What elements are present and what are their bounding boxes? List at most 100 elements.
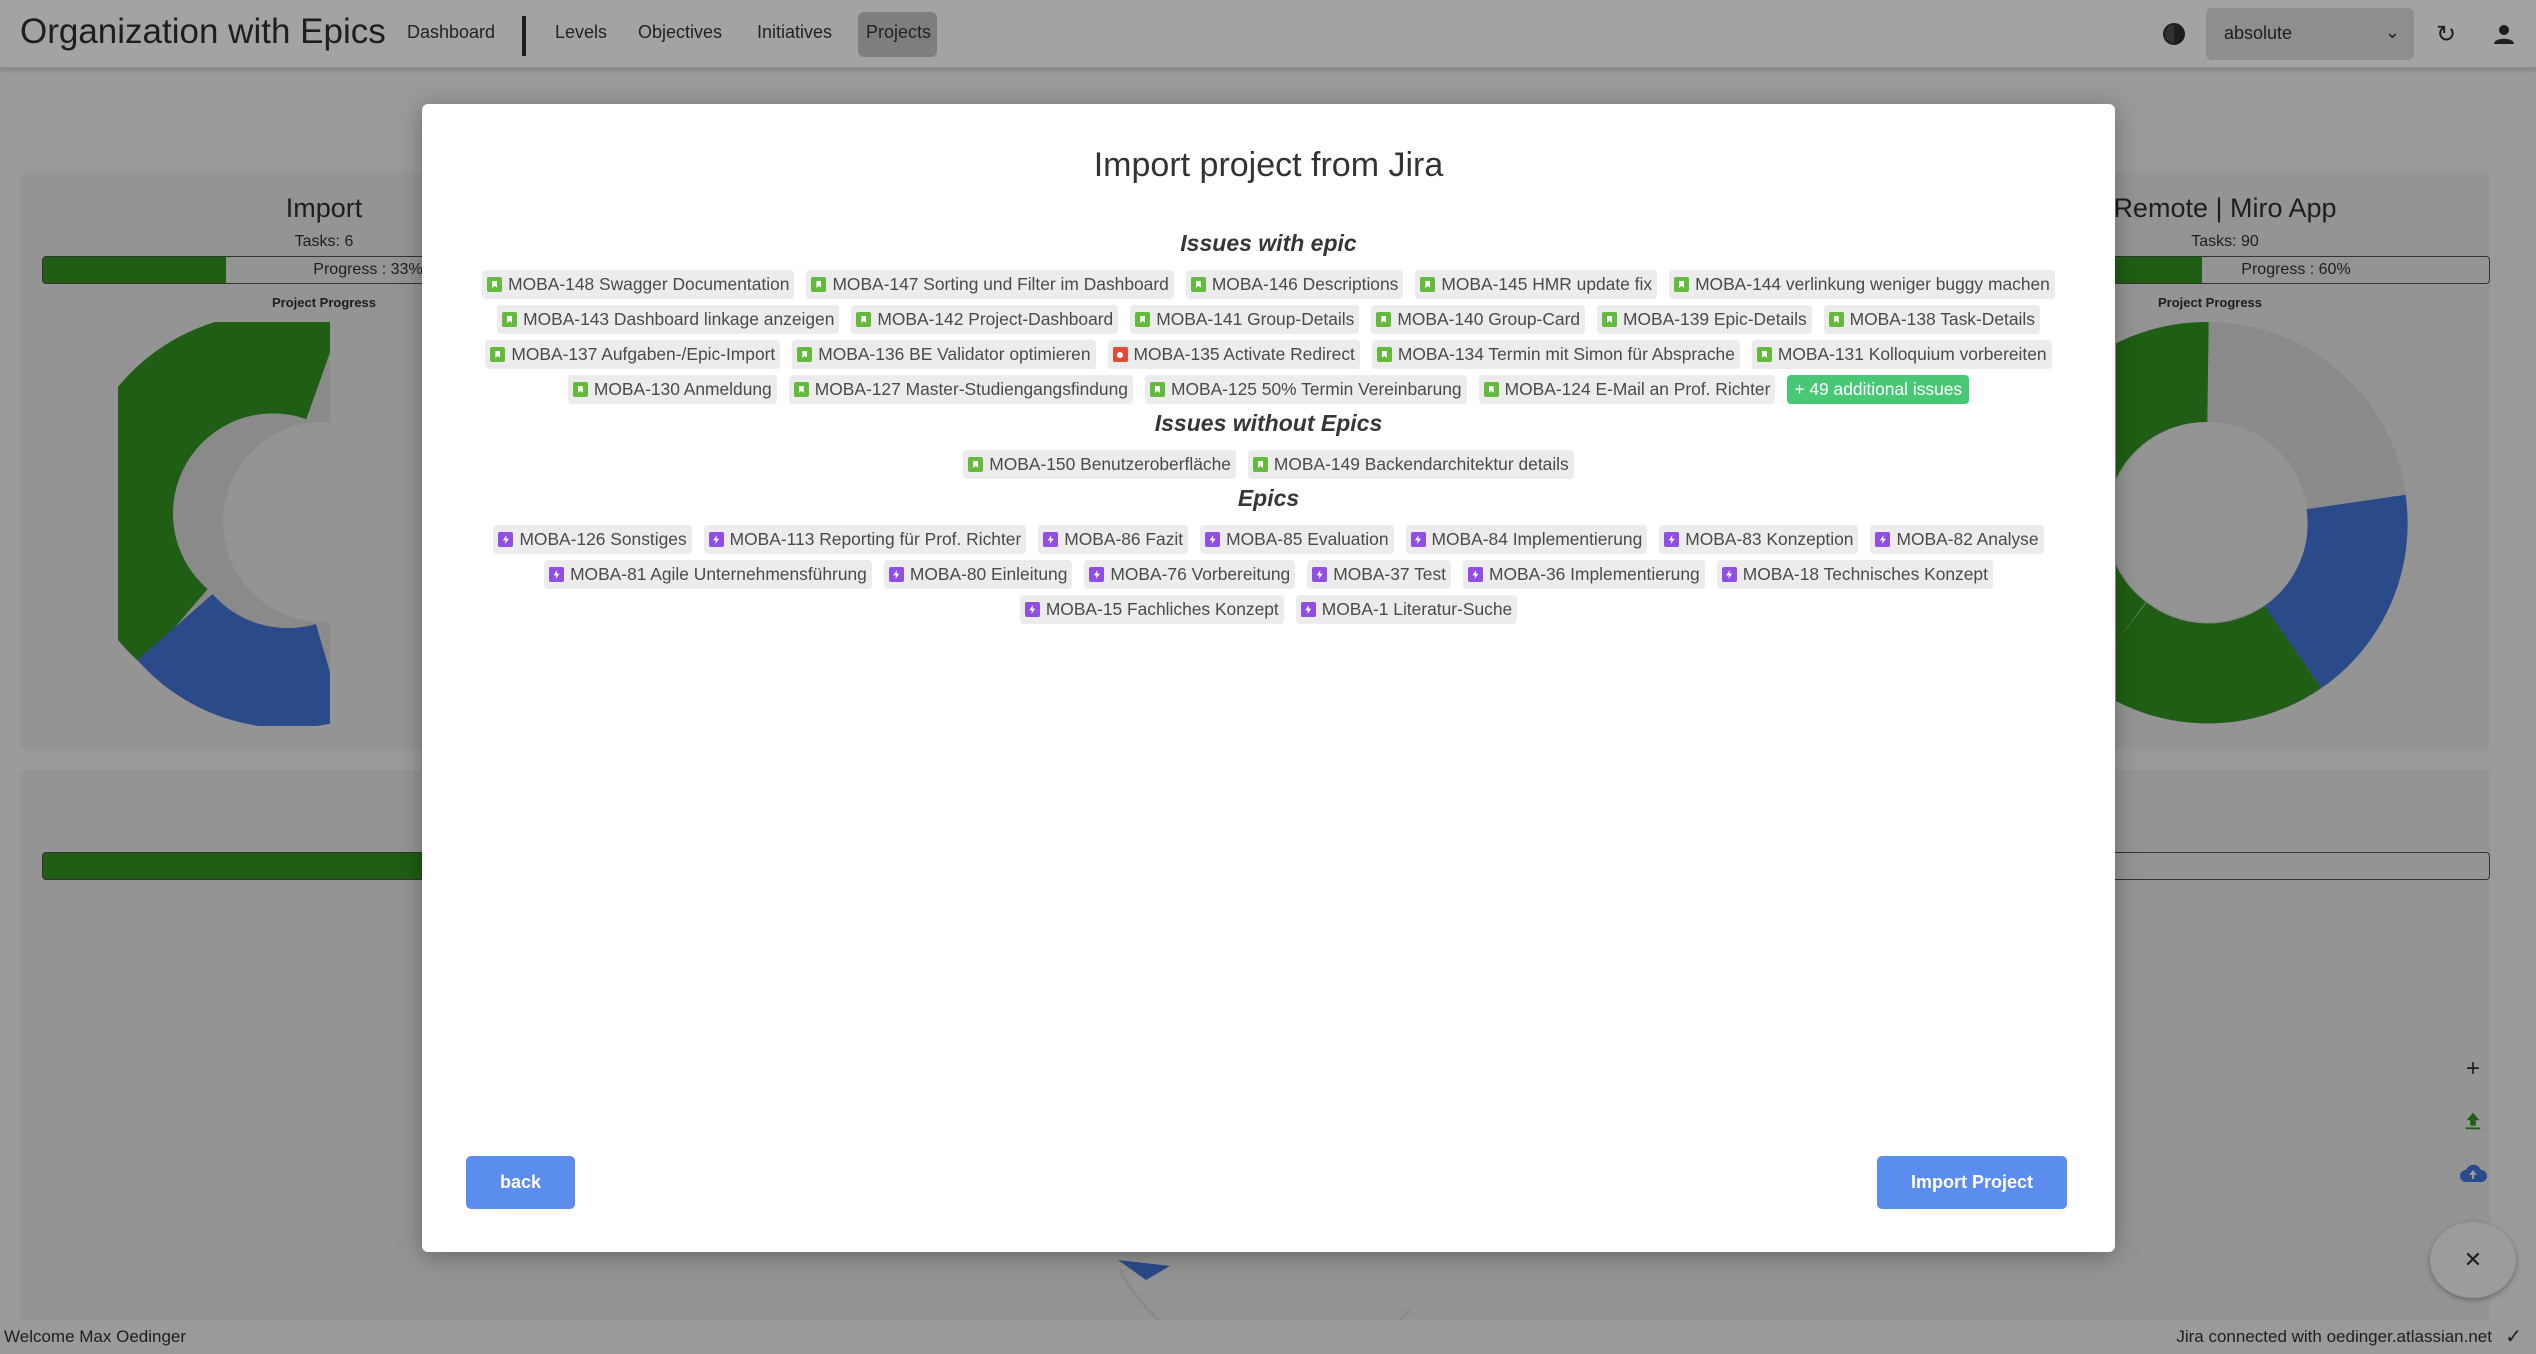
tag-label: MOBA-126 Sonstiges <box>519 529 687 549</box>
tag-label: MOBA-83 Konzeption <box>1685 529 1854 549</box>
plus-icon[interactable]: + <box>2456 1052 2490 1086</box>
tag-label: MOBA-144 verlinkung weniger buggy machen <box>1695 274 2050 294</box>
issue-tag: MOBA-149 Backendarchitektur details <box>1247 450 1574 479</box>
bug-icon <box>1112 347 1128 362</box>
epic-tag: MOBA-15 Fachliches Konzept <box>1019 595 1284 624</box>
footer-jira-status: Jira connected with oedinger.atlassian.n… <box>2176 1327 2492 1346</box>
tag-label: MOBA-140 Group-Card <box>1397 309 1581 329</box>
nav-levels[interactable]: Levels <box>555 22 607 43</box>
issue-tag: MOBA-125 50% Termin Vereinbarung <box>1144 375 1467 404</box>
epics-row-3: MOBA-15 Fachliches Konzept MOBA-1 Literat… <box>422 595 2115 624</box>
issue-tag: MOBA-137 Aufgaben-/Epic-Import <box>485 340 781 369</box>
epic-icon <box>1205 532 1221 547</box>
nav-initiatives[interactable]: Initiatives <box>757 22 832 43</box>
issue-tag: MOBA-135 Activate Redirect <box>1107 340 1360 369</box>
refresh-icon[interactable]: ↻ <box>2432 20 2460 48</box>
tag-label: MOBA-80 Einleitung <box>909 564 1068 584</box>
tag-label: MOBA-18 Technisches Konzept <box>1742 564 1988 584</box>
issues-with-epic-heading: Issues with epic <box>1180 230 1357 256</box>
back-button[interactable]: back <box>466 1156 575 1209</box>
tag-label: MOBA-76 Vorbereitung <box>1110 564 1291 584</box>
tag-label: MOBA-134 Termin mit Simon für Absprache <box>1397 344 1735 364</box>
tag-label: MOBA-143 Dashboard linkage anzeigen <box>523 309 835 329</box>
tag-label: MOBA-136 BE Validator optimieren <box>818 344 1091 364</box>
app-title: Organization with Epics <box>20 12 386 51</box>
epic-tag: MOBA-85 Evaluation <box>1200 525 1394 554</box>
tag-label: MOBA-113 Reporting für Prof. Richter <box>729 529 1022 549</box>
epic-tag: MOBA-36 Implementierung <box>1462 560 1705 589</box>
epic-icon <box>549 567 565 582</box>
epic-icon <box>1089 567 1105 582</box>
tag-label: MOBA-15 Fachliches Konzept <box>1045 599 1279 619</box>
issues-with-epic-row-4: MOBA-130 Anmeldung MOBA-127 Master-Studie… <box>422 375 2115 404</box>
additional-issues-badge: + 49 additional issues <box>1787 375 1970 404</box>
issue-tag: MOBA-142 Project-Dashboard <box>851 305 1119 334</box>
modal-title: Import project from Jira <box>1093 146 1444 184</box>
chevron-down-icon: ⌄ <box>2384 22 2400 42</box>
nav-objectives[interactable]: Objectives <box>638 22 722 43</box>
tag-label: MOBA-86 Fazit <box>1064 529 1184 549</box>
issue-tag: MOBA-141 Group-Details <box>1130 305 1360 334</box>
footer-welcome: Welcome Max Oedinger <box>4 1327 187 1346</box>
nav-dashboard[interactable]: Dashboard <box>407 22 495 43</box>
epic-tag: MOBA-80 Einleitung <box>883 560 1073 589</box>
story-icon <box>856 312 872 327</box>
tag-label: MOBA-81 Agile Unternehmensführung <box>570 564 867 584</box>
issue-tag: MOBA-144 verlinkung weniger buggy machen <box>1669 270 2055 299</box>
epics-row-2: MOBA-81 Agile Unternehmensführung MOBA-80… <box>422 560 2115 589</box>
tag-label: MOBA-127 Master-Studiengangsfindung <box>814 379 1128 399</box>
tag-label: MOBA-148 Swagger Documentation <box>508 274 790 294</box>
epic-tag: MOBA-81 Agile Unternehmensführung <box>544 560 872 589</box>
tag-label: MOBA-147 Sorting und Filter im Dashboard <box>832 274 1169 294</box>
tag-label: MOBA-37 Test <box>1333 564 1446 584</box>
story-icon <box>968 457 984 472</box>
upload-icon[interactable] <box>2456 1104 2490 1138</box>
issue-tag: MOBA-146 Descriptions <box>1185 270 1404 299</box>
close-icon[interactable]: ✕ <box>2430 1222 2516 1298</box>
story-icon <box>1135 312 1151 327</box>
story-icon <box>1756 347 1772 362</box>
tag-label: MOBA-135 Activate Redirect <box>1133 344 1355 364</box>
issue-tag: MOBA-134 Termin mit Simon für Absprache <box>1371 340 1740 369</box>
nav-projects[interactable]: Projects <box>866 22 931 43</box>
tag-label: MOBA-130 Anmeldung <box>593 379 772 399</box>
issue-tag: MOBA-150 Benutzeroberfläche <box>963 450 1236 479</box>
issue-tag: MOBA-131 Kolloquium vorbereiten <box>1751 340 2052 369</box>
tag-label: MOBA-124 E-Mail an Prof. Richter <box>1504 379 1771 399</box>
issues-without-epics-row: MOBA-150 Benutzeroberfläche MOBA-149 Back… <box>422 450 2115 479</box>
story-icon <box>793 382 809 397</box>
tag-label: MOBA-36 Implementierung <box>1488 564 1700 584</box>
epic-icon <box>708 532 724 547</box>
import-jira-modal: Import project from Jira Issues with epi… <box>422 104 2115 1252</box>
epic-icon <box>498 532 514 547</box>
tag-label: MOBA-139 Epic-Details <box>1623 309 1807 329</box>
issue-tag: MOBA-147 Sorting und Filter im Dashboard <box>806 270 1174 299</box>
story-icon <box>797 347 813 362</box>
story-icon <box>1376 312 1392 327</box>
story-icon <box>1828 312 1844 327</box>
story-icon <box>502 312 518 327</box>
story-icon <box>487 277 503 292</box>
issue-tag: MOBA-130 Anmeldung <box>567 375 777 404</box>
epic-tag: MOBA-18 Technisches Konzept <box>1716 560 1993 589</box>
tag-label: MOBA-1 Literatur-Suche <box>1321 599 1513 619</box>
import-project-button[interactable]: Import Project <box>1877 1156 2067 1209</box>
mode-select[interactable]: absolute ⌄ <box>2206 8 2414 60</box>
issue-tag: MOBA-140 Group-Card <box>1371 305 1586 334</box>
story-icon <box>811 277 827 292</box>
summary-progress-fill <box>43 853 435 879</box>
tag-label: MOBA-131 Kolloquium vorbereiten <box>1777 344 2047 364</box>
nav-divider <box>522 16 526 56</box>
cloud-upload-icon[interactable] <box>2456 1156 2490 1190</box>
story-icon <box>1149 382 1165 397</box>
tag-label: MOBA-84 Implementierung <box>1431 529 1643 549</box>
issues-with-epic-row-3: MOBA-137 Aufgaben-/Epic-Import MOBA-136 B… <box>422 340 2115 369</box>
epic-icon <box>1467 567 1483 582</box>
half-circle-icon[interactable] <box>2160 20 2188 48</box>
issue-tag: MOBA-124 E-Mail an Prof. Richter <box>1478 375 1776 404</box>
tag-label: MOBA-145 HMR update fix <box>1441 274 1653 294</box>
epic-icon <box>1875 532 1891 547</box>
user-icon[interactable] <box>2490 20 2518 48</box>
story-icon <box>1420 277 1436 292</box>
epic-icon <box>1312 567 1328 582</box>
